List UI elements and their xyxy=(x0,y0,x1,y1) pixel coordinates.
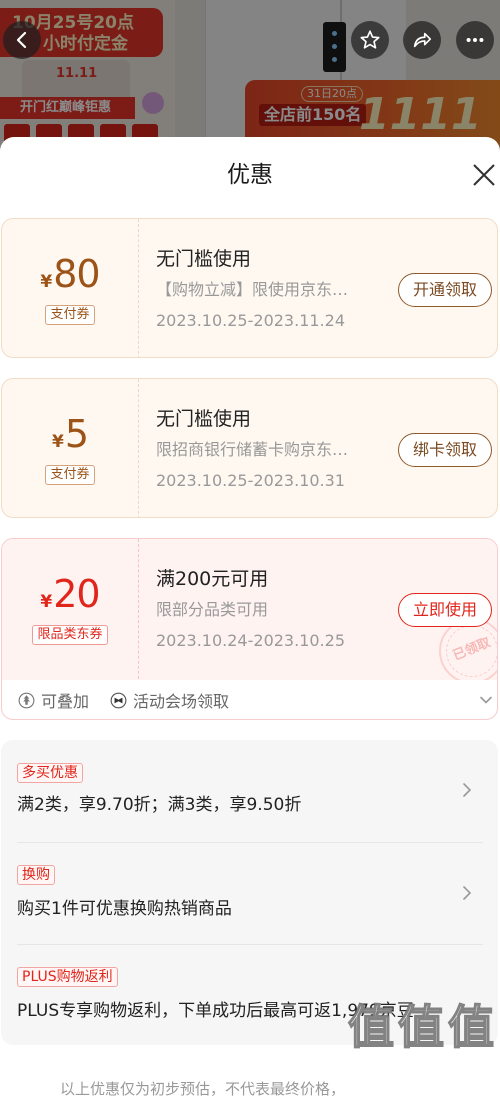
offer-tag: 多买优惠 xyxy=(17,763,83,783)
offer-text[interactable]: 满2类，享9.70折；满3类，享9.50折 xyxy=(17,793,301,817)
currency-symbol: ¥ xyxy=(51,432,64,452)
currency-symbol: ¥ xyxy=(40,592,53,612)
sheet-title: 优惠 xyxy=(227,162,273,188)
use-now-button[interactable]: 立即使用 xyxy=(398,593,492,627)
chevron-right-icon xyxy=(463,886,472,900)
coupon-condition: 无门槛使用 xyxy=(156,248,252,270)
offer-detail-button[interactable] xyxy=(461,782,473,798)
coupon-amount-panel: ¥80 支付券 xyxy=(2,219,138,357)
coupon-amount-panel: ¥5 支付券 xyxy=(2,379,138,517)
coupon-value: 5 xyxy=(64,412,89,456)
coupon-validity: 2023.10.25-2023.11.24 xyxy=(156,311,345,330)
coupon-validity: 2023.10.25-2023.10.31 xyxy=(156,471,345,490)
more-icon xyxy=(466,37,484,43)
offer-divider xyxy=(17,842,483,843)
share-icon xyxy=(413,32,432,48)
coupon-card: ¥80 支付券 无门槛使用 【购物立减】限使用京东… 2023.10.25-20… xyxy=(1,218,498,358)
coupon-type-tag: 支付券 xyxy=(45,465,95,485)
chevron-down-icon xyxy=(480,696,492,704)
share-button[interactable] xyxy=(403,21,441,59)
back-arrow-icon xyxy=(16,31,27,49)
coupon-description: 【购物立减】限使用京东… xyxy=(156,280,349,299)
coupon-amount-panel: ¥20 限品类东券 xyxy=(2,539,138,679)
venue-icon xyxy=(110,692,127,709)
coupon-description: 限部分品类可用 xyxy=(156,600,269,619)
coupon-card: ¥20 限品类东券 满200元可用 限部分品类可用 2023.10.24-202… xyxy=(1,538,498,720)
coupon-validity: 2023.10.24-2023.10.25 xyxy=(156,631,345,650)
coupon-tag-wrap: 支付券 xyxy=(2,463,138,485)
favorite-button[interactable] xyxy=(351,21,389,59)
offer-detail-button[interactable] xyxy=(461,885,473,901)
offer-text[interactable]: 购买1件可优惠换购热销商品 xyxy=(17,897,232,921)
star-icon xyxy=(360,30,380,49)
coupon-main: ¥20 限品类东券 满200元可用 限部分品类可用 2023.10.24-202… xyxy=(2,539,497,680)
more-button[interactable] xyxy=(456,21,494,59)
coupon-amount: ¥5 xyxy=(2,411,138,457)
coupon-divider xyxy=(138,539,139,679)
coupon-description: 限招商银行储蓄卡购京东… xyxy=(156,440,349,459)
currency-symbol: ¥ xyxy=(40,272,53,292)
coupon-condition: 满200元可用 xyxy=(156,568,269,590)
offer-tag: 换购 xyxy=(17,865,55,885)
stack-icon xyxy=(18,692,35,709)
activate-claim-button[interactable]: 开通领取 xyxy=(398,273,492,307)
coupon-divider xyxy=(138,219,139,357)
stackable-label: 可叠加 xyxy=(18,689,89,711)
product-page-background: 10月25号20点 小时付定金 11.11 开门红巅峰钜惠 31日20点 全店前… xyxy=(0,0,500,160)
offer-tag: PLUS购物返利 xyxy=(17,967,118,987)
coupon-footer[interactable]: 可叠加 活动会场领取 xyxy=(2,680,497,719)
coupon-tag-wrap: 支付券 xyxy=(2,303,138,325)
coupon-type-tag: 支付券 xyxy=(45,305,95,325)
coupon-divider xyxy=(138,379,139,517)
coupon-tag-wrap: 限品类东券 xyxy=(2,623,138,645)
disclaimer-text: 以上优惠仅为初步预估，不代表最终价格， xyxy=(60,1080,346,1098)
bind-card-claim-button[interactable]: 绑卡领取 xyxy=(398,433,492,467)
close-button[interactable] xyxy=(471,162,497,188)
coupon-type-tag: 限品类东券 xyxy=(32,625,108,645)
coupon-amount: ¥20 xyxy=(2,571,138,617)
close-icon xyxy=(473,164,495,186)
claimed-stamp: 已领取 xyxy=(439,618,497,680)
source-label: 活动会场领取 xyxy=(110,689,229,711)
offer-divider xyxy=(17,944,483,945)
expand-button[interactable] xyxy=(479,692,493,706)
coupon-value: 80 xyxy=(53,252,100,296)
coupon-sheet: 优惠 ¥80 支付券 无门槛使用 【购物立减】限使用京东… 2023.10.25… xyxy=(0,137,500,1109)
coupon-value: 20 xyxy=(53,572,100,616)
stackable-text: 可叠加 xyxy=(41,692,90,711)
coupon-amount: ¥80 xyxy=(2,251,138,297)
chevron-right-icon xyxy=(463,783,472,797)
coupon-card: ¥5 支付券 无门槛使用 限招商银行储蓄卡购京东… 2023.10.25-202… xyxy=(1,378,498,518)
source-text: 活动会场领取 xyxy=(133,692,230,711)
back-button[interactable] xyxy=(3,21,41,59)
coupon-condition: 无门槛使用 xyxy=(156,408,252,430)
site-watermark: 值值值 xyxy=(347,999,498,1055)
